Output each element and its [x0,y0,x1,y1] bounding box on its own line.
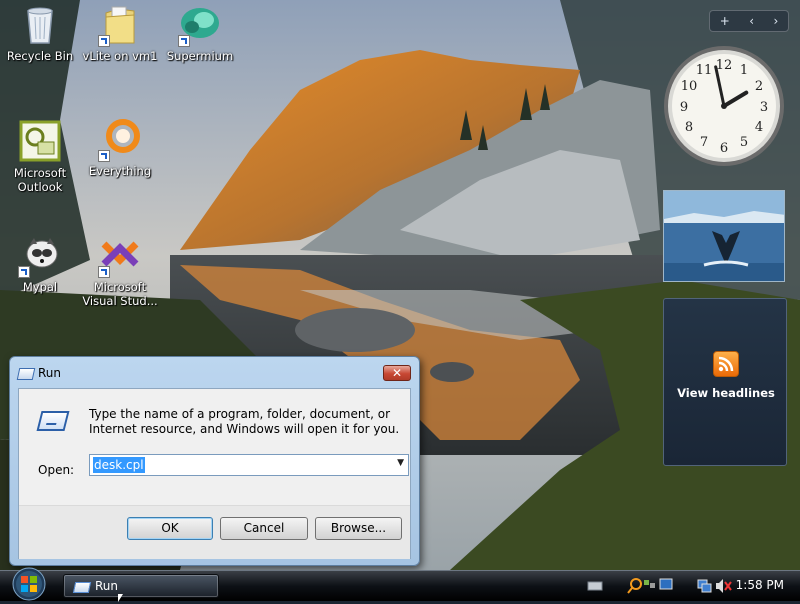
run-app-icon [72,582,92,593]
supermium-icon[interactable]: Supermium [158,3,242,63]
desktop-icon-label: Microsoft Outlook [13,166,67,194]
open-input-value[interactable]: desk.cpl [93,457,145,473]
keyboard-icon[interactable] [587,581,603,591]
visual-studio-icon[interactable]: Microsoft Visual Stud... [78,234,162,308]
desktop-icon-label: Recycle Bin [6,49,74,63]
folder-icon [98,3,142,47]
close-button[interactable]: ✕ [383,365,411,381]
svg-text:7: 7 [700,135,708,150]
outlook-logo-icon [18,120,62,164]
network-icon[interactable] [697,579,712,593]
svg-text:12: 12 [716,58,733,73]
svg-text:10: 10 [681,79,698,94]
svg-text:8: 8 [685,120,693,135]
svg-text:1: 1 [740,63,748,78]
dropdown-arrow-icon[interactable]: ▼ [397,458,404,468]
whale-tail-photo [664,191,784,281]
raccoon-logo-icon [18,234,62,278]
dialog-title: Run [38,366,62,380]
start-button[interactable] [8,565,50,601]
rss-feed-icon [713,351,739,377]
run-app-icon [16,368,36,380]
svg-text:2: 2 [755,79,763,94]
run-dialog: Run ✕ Type the name of a program, folder… [9,356,420,566]
taskbar-clock[interactable]: 1:58 PM [736,578,784,592]
ok-button[interactable]: OK [127,517,213,540]
shortcut-arrow-icon [18,266,30,278]
recycle-bin-glyph-icon [18,3,62,47]
windows-logo-icon [12,567,46,601]
previous-page-button[interactable]: ‹ [749,14,754,28]
svg-text:4: 4 [755,120,763,135]
system-tray: 1:58 PM [580,571,800,601]
browse-button[interactable]: Browse... [315,517,402,540]
run-icon [36,411,70,431]
shortcut-arrow-icon [98,266,110,278]
mypal-icon[interactable]: Mypal [0,234,82,294]
desktop-icon-label: vLite on vm1 [82,49,158,63]
analog-clock-icon: 12 12 345 678 91011 [664,46,784,166]
vlite-folder-icon[interactable]: vLite on vm1 [78,3,162,63]
svg-text:9: 9 [680,100,688,115]
svg-text:3: 3 [760,100,768,115]
everything-icon[interactable]: Everything [78,118,162,178]
sidebar-controls: + ‹ › [709,10,789,32]
recycle-bin-icon[interactable]: Recycle Bin [0,3,82,63]
view-headlines-link[interactable]: View headlines [664,386,788,400]
feed-headlines-gadget[interactable]: View headlines [663,298,787,466]
slideshow-gadget[interactable] [663,190,785,282]
display-icon[interactable] [659,578,673,590]
dialog-description: Type the name of a program, folder, docu… [89,407,400,436]
svg-text:11: 11 [696,63,713,78]
desktop-icon-label: Everything [88,164,152,178]
everything-logo-icon [98,118,142,162]
visual-studio-logo-icon [98,234,142,278]
svg-text:6: 6 [720,141,728,156]
open-label: Open: [38,463,75,477]
supermium-logo-icon [178,3,222,47]
taskbar-item-label: Run [95,579,119,593]
cancel-button[interactable]: Cancel [220,517,308,540]
mouse-cursor-icon [118,594,123,602]
desktop-icon-label: Supermium [166,49,234,63]
shortcut-arrow-icon [178,35,190,47]
windows-update-icon[interactable] [644,580,655,588]
volume-muted-icon[interactable] [716,579,732,593]
dialog-titlebar[interactable]: Run ✕ [10,357,419,389]
open-combobox[interactable]: desk.cpl ▼ [89,454,409,476]
taskbar-item-run[interactable]: Run [63,574,219,598]
desktop-icon-label: Microsoft Visual Stud... [82,280,158,308]
search-icon[interactable] [627,578,642,594]
add-gadget-button[interactable]: + [720,14,730,28]
next-page-button[interactable]: › [773,14,778,28]
clock-gadget[interactable]: 12 1 2 345 678 9 10 11 [662,44,786,171]
shortcut-arrow-icon [98,35,110,47]
shortcut-arrow-icon [98,150,110,162]
desktop-icon-label: Mypal [22,280,58,294]
svg-text:5: 5 [740,135,748,150]
outlook-icon[interactable]: Microsoft Outlook [0,120,82,194]
